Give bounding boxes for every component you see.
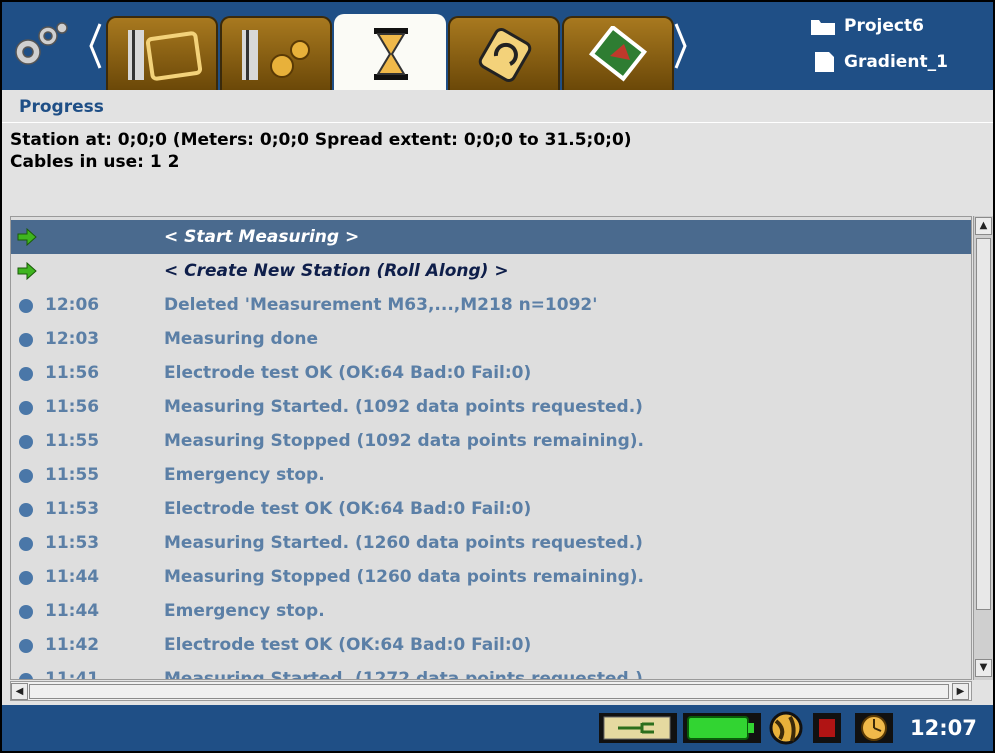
top-toolbar: Project6 Gradient_1 <box>2 2 993 90</box>
scroll-left-icon[interactable]: ◀ <box>11 683 28 700</box>
entry-time: 11:53 <box>45 499 100 519</box>
list-item[interactable]: 11:44 Emergency stop. <box>11 594 971 628</box>
entry-text: Measuring Stopped (1260 data points rema… <box>164 567 645 587</box>
entry-text: Electrode test OK (OK:64 Bad:0 Fail:0) <box>164 363 532 383</box>
list-item[interactable]: 11:44 Measuring Stopped (1260 data point… <box>11 560 971 594</box>
gps-globe-icon[interactable] <box>766 711 806 749</box>
bullet-icon <box>17 602 33 619</box>
list-item[interactable]: 11:53 Electrode test OK (OK:64 Bad:0 Fai… <box>11 492 971 526</box>
bullet-icon <box>17 636 33 653</box>
tab-scroll-left-icon[interactable] <box>88 22 102 70</box>
layout-config-icon <box>128 30 203 81</box>
hourglass-icon <box>374 28 408 80</box>
tab-data-view[interactable] <box>562 16 674 90</box>
list-item[interactable]: 11:53 Measuring Started. (1260 data poin… <box>11 526 971 560</box>
bullet-icon <box>17 534 33 551</box>
entry-text: Measuring done <box>164 329 319 349</box>
tab-measurement-log[interactable] <box>448 16 560 90</box>
protocol-name: Gradient_1 <box>844 52 948 72</box>
list-item[interactable]: 11:56 Electrode test OK (OK:64 Bad:0 Fai… <box>11 356 971 390</box>
folder-icon <box>811 20 835 35</box>
action-label: < Start Measuring > <box>164 227 360 247</box>
entry-text: Measuring Started. (1272 data points req… <box>164 669 643 680</box>
list-item[interactable]: 11:55 Emergency stop. <box>11 458 971 492</box>
recording-indicator-icon <box>812 711 842 749</box>
bullet-icon <box>17 364 33 381</box>
entry-text: Electrode test OK (OK:64 Bad:0 Fail:0) <box>164 499 532 519</box>
settings-gears-icon[interactable] <box>8 18 68 72</box>
entry-text: Measuring Started. (1092 data points req… <box>164 397 643 417</box>
bullet-icon <box>17 398 33 415</box>
tab-progress[interactable] <box>334 14 446 90</box>
tab-instrument-config[interactable] <box>220 16 332 90</box>
list-item-start-measuring[interactable]: < Start Measuring > <box>11 220 971 254</box>
list-item[interactable]: 12:03 Measuring done <box>11 322 971 356</box>
entry-time: 11:56 <box>45 363 100 383</box>
entry-text: Emergency stop. <box>164 465 325 485</box>
data-view-icon <box>588 26 648 82</box>
divider <box>2 122 993 123</box>
bullet-icon <box>17 432 33 449</box>
project-info: Project6 Gradient_1 <box>810 8 993 84</box>
progress-log-list[interactable]: < Start Measuring > < Create New Station… <box>10 216 972 680</box>
cables-line: Cables in use: 1 2 <box>10 152 180 172</box>
bullet-icon <box>17 568 33 585</box>
entry-time: 11:56 <box>45 397 100 417</box>
list-item[interactable]: 11:56 Measuring Started. (1092 data poin… <box>11 390 971 424</box>
action-label: < Create New Station (Roll Along) > <box>164 261 509 281</box>
project-row[interactable]: Project6 <box>810 12 924 40</box>
tab-layout-config[interactable] <box>106 16 218 90</box>
bullet-icon <box>17 670 33 679</box>
refresh-cycle-icon <box>478 28 532 82</box>
entry-text: Electrode test OK (OK:64 Bad:0 Fail:0) <box>164 635 532 655</box>
status-bar: 12:07 <box>2 705 993 751</box>
vertical-scroll-thumb[interactable] <box>976 238 991 610</box>
document-icon <box>815 52 834 72</box>
entry-text: Emergency stop. <box>164 601 325 621</box>
entry-time: 11:53 <box>45 533 100 553</box>
scroll-up-icon[interactable]: ▲ <box>975 217 992 235</box>
entry-time: 11:55 <box>45 465 100 485</box>
bullet-icon <box>17 296 33 313</box>
page-title: Progress <box>19 97 104 117</box>
instrument-config-icon <box>242 30 310 80</box>
entry-text: Measuring Stopped (1092 data points rema… <box>164 431 645 451</box>
bullet-icon <box>17 500 33 517</box>
list-item-create-station[interactable]: < Create New Station (Roll Along) > <box>11 254 971 288</box>
list-item[interactable]: 12:06 Deleted 'Measurement M63,...,M218 … <box>11 288 971 322</box>
entry-time: 11:44 <box>45 567 100 587</box>
entry-time: 12:03 <box>45 329 100 349</box>
scroll-down-icon[interactable]: ▼ <box>975 659 992 677</box>
vertical-scrollbar[interactable]: ▲ ▼ <box>973 216 993 680</box>
station-line: Station at: 0;0;0 (Meters: 0;0;0 Spread … <box>10 130 632 150</box>
protocol-row[interactable]: Gradient_1 <box>810 48 948 76</box>
entry-time: 11:55 <box>45 431 100 451</box>
station-info: Station at: 0;0;0 (Meters: 0;0;0 Spread … <box>10 129 632 173</box>
list-item[interactable]: 11:41 Measuring Started. (1272 data poin… <box>11 662 971 680</box>
horizontal-scrollbar[interactable]: ◀ ▶ <box>10 681 972 701</box>
list-item[interactable]: 11:42 Electrode test OK (OK:64 Bad:0 Fai… <box>11 628 971 662</box>
bullet-icon <box>17 466 33 483</box>
horizontal-scroll-thumb[interactable] <box>29 684 949 699</box>
project-name: Project6 <box>844 16 924 36</box>
entry-text: Deleted 'Measurement M63,...,M218 n=1092… <box>164 295 598 315</box>
scroll-right-icon[interactable]: ▶ <box>952 683 969 700</box>
entry-time: 11:42 <box>45 635 100 655</box>
entry-time: 12:06 <box>45 295 100 315</box>
power-plug-icon[interactable] <box>598 711 678 749</box>
entry-time: 11:41 <box>45 669 100 680</box>
green-arrow-icon <box>17 261 37 285</box>
entry-text: Measuring Started. (1260 data points req… <box>164 533 643 553</box>
green-arrow-icon <box>17 227 37 251</box>
tab-scroll-right-icon[interactable] <box>674 22 688 70</box>
clock: 12:07 <box>910 716 977 740</box>
entry-time: 11:44 <box>45 601 100 621</box>
timer-icon[interactable] <box>854 711 894 749</box>
app-window: Project6 Gradient_1 Progress Station at:… <box>2 2 993 751</box>
list-item[interactable]: 11:55 Measuring Stopped (1092 data point… <box>11 424 971 458</box>
bullet-icon <box>17 330 33 347</box>
battery-icon[interactable] <box>682 711 762 749</box>
